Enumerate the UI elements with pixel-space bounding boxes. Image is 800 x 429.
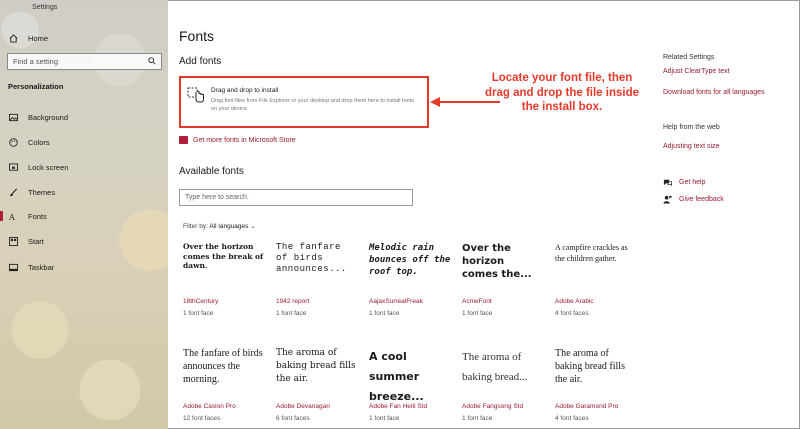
sidebar-item-label: Background: [28, 112, 69, 122]
microsoft-store-link[interactable]: Get more fonts in Microsoft Store: [179, 136, 296, 144]
font-name: 18thCentury: [183, 298, 219, 305]
font-icon: A: [8, 211, 18, 221]
adjust-cleartype-link[interactable]: Adjust ClearType text: [663, 68, 730, 75]
font-sample: The fanfare of birds announces the morni…: [183, 348, 263, 385]
font-sample: The fanfare of birds announces...: [276, 242, 347, 274]
store-link-label: Get more fonts in Microsoft Store: [193, 136, 296, 144]
font-name: 1942 report: [276, 298, 310, 305]
sidebar-item-label: Lock screen: [28, 162, 69, 172]
filter-value: All languages: [209, 223, 249, 230]
search-icon: [148, 56, 156, 67]
help-heading: Help from the web: [663, 124, 720, 131]
font-name: Adobe Arabic: [555, 298, 594, 305]
lock-screen-icon: [8, 162, 18, 172]
drag-hand-icon: [187, 85, 205, 106]
font-sample: The aroma of baking bread fills the air.: [276, 348, 356, 384]
font-card-adobe-arabic[interactable]: A campfire crackles as the children gath…: [555, 242, 645, 322]
font-face-count: 1 font face: [276, 310, 307, 317]
start-icon: [8, 236, 18, 246]
font-sample: The aroma of baking bread...: [462, 351, 528, 383]
sidebar-item-background[interactable]: Background: [8, 112, 68, 122]
sidebar-item-home[interactable]: Home: [8, 33, 48, 43]
sidebar-item-lock-screen[interactable]: Lock screen: [8, 162, 68, 172]
sidebar-item-label: Colors: [28, 137, 50, 147]
font-sample: Over the horizon comes the...: [462, 243, 532, 280]
adjusting-text-size-link[interactable]: Adjusting text size: [663, 143, 719, 150]
sidebar-item-start[interactable]: Start: [8, 236, 44, 246]
language-filter[interactable]: Filter by: All languages ⌄: [183, 222, 256, 230]
palette-icon: [8, 137, 18, 147]
find-setting-input[interactable]: Find a setting: [7, 53, 162, 70]
font-face-count: 4 font faces: [555, 415, 589, 422]
window-title: Settings: [32, 4, 58, 11]
font-name: Adobe Fangsong Std: [462, 403, 524, 410]
font-face-count: 4 font faces: [555, 310, 589, 317]
download-fonts-link[interactable]: Download fonts for all languages: [663, 89, 765, 96]
font-name: AajaxSurrealFreak: [369, 298, 423, 305]
sidebar-item-colors[interactable]: Colors: [8, 137, 50, 147]
font-card-adobe-devanagari[interactable]: The aroma of baking bread fills the air.…: [276, 347, 366, 427]
font-card-adobe-garamond-pro[interactable]: The aroma of baking bread fills the air.…: [555, 347, 645, 427]
chat-icon: [663, 178, 672, 189]
font-sample: Over the horizon comes the break of dawn…: [183, 242, 264, 270]
sidebar-item-label: Home: [28, 33, 49, 43]
available-fonts-heading: Available fonts: [179, 166, 244, 177]
font-card-aajaxsurrealfreak[interactable]: Melodic rain bounces off the roof top. A…: [369, 242, 459, 322]
sidebar-item-fonts[interactable]: A Fonts: [8, 211, 47, 221]
home-icon: [8, 33, 18, 43]
font-face-count: 6 font faces: [276, 415, 310, 422]
brush-icon: [8, 187, 18, 197]
font-card-18thcentury[interactable]: Over the horizon comes the break of dawn…: [183, 242, 273, 322]
chevron-down-icon: ⌄: [250, 223, 256, 230]
page-title: Fonts: [179, 28, 215, 44]
font-name: AcmeFont: [462, 298, 492, 305]
active-indicator: [0, 211, 3, 221]
sidebar-item-label: Fonts: [28, 211, 47, 221]
get-help-link[interactable]: Get help: [679, 179, 705, 186]
sidebar-item-label: Start: [28, 236, 44, 246]
drop-zone-title: Drag and drop to install: [211, 87, 279, 94]
font-drop-zone[interactable]: Drag and drop to install Drag font files…: [179, 76, 429, 128]
font-search-placeholder: Type here to search.: [185, 194, 249, 201]
font-card-adobe-fangsong-std[interactable]: The aroma of baking bread... Adobe Fangs…: [462, 347, 552, 427]
font-face-count: 1 font face: [462, 415, 493, 422]
feedback-person-icon: [663, 195, 672, 206]
font-name: Adobe Fan Heiti Std: [369, 403, 428, 410]
font-face-count: 12 font faces: [183, 415, 221, 422]
instruction-annotation: Locate your font file, then drag and dro…: [485, 72, 639, 113]
sidebar-item-taskbar[interactable]: Taskbar: [8, 262, 54, 272]
font-card-1942-report[interactable]: The fanfare of birds announces... 1942 r…: [276, 242, 366, 322]
font-sample: Melodic rain bounces off the roof top.: [369, 243, 451, 277]
font-face-count: 1 font face: [369, 310, 400, 317]
font-card-adobe-caslon-pro[interactable]: The fanfare of birds announces the morni…: [183, 347, 273, 427]
related-settings-heading: Related Settings: [663, 54, 715, 61]
sidebar-item-themes[interactable]: Themes: [8, 187, 55, 197]
sidebar-item-label: Themes: [28, 187, 56, 197]
font-face-count: 1 font face: [462, 310, 493, 317]
font-sample: The aroma of baking bread fills the air.: [555, 348, 625, 385]
svg-text:A: A: [9, 212, 15, 221]
sidebar-item-label: Taskbar: [28, 262, 55, 272]
image-icon: [8, 112, 18, 122]
taskbar-icon: [8, 262, 18, 272]
sidebar: Settings Home Find a setting Personaliza…: [0, 0, 168, 429]
font-sample: A campfire crackles as the children gath…: [555, 243, 628, 263]
font-name: Adobe Caslon Pro: [183, 403, 236, 410]
font-card-acmefont[interactable]: Over the horizon comes the... AcmeFont 1…: [462, 242, 552, 322]
add-fonts-heading: Add fonts: [179, 56, 222, 67]
font-name: Adobe Garamond Pro: [555, 403, 619, 410]
find-setting-placeholder: Find a setting: [13, 57, 59, 66]
font-face-count: 1 font face: [183, 310, 214, 317]
sidebar-section-title: Personalization: [8, 82, 64, 91]
font-face-count: 1 font face: [369, 415, 400, 422]
font-sample: A cool summer breeze...: [369, 350, 424, 403]
filter-label: Filter by:: [183, 223, 208, 230]
font-name: Adobe Devanagari: [276, 403, 330, 410]
give-feedback-link[interactable]: Give feedback: [679, 196, 724, 203]
font-search-input[interactable]: Type here to search.: [179, 189, 413, 206]
font-card-adobe-fan-heiti-std[interactable]: A cool summer breeze... Adobe Fan Heiti …: [369, 347, 459, 427]
drop-zone-description: Drag font files from File Explorer or yo…: [211, 98, 414, 112]
store-icon: [179, 136, 188, 144]
